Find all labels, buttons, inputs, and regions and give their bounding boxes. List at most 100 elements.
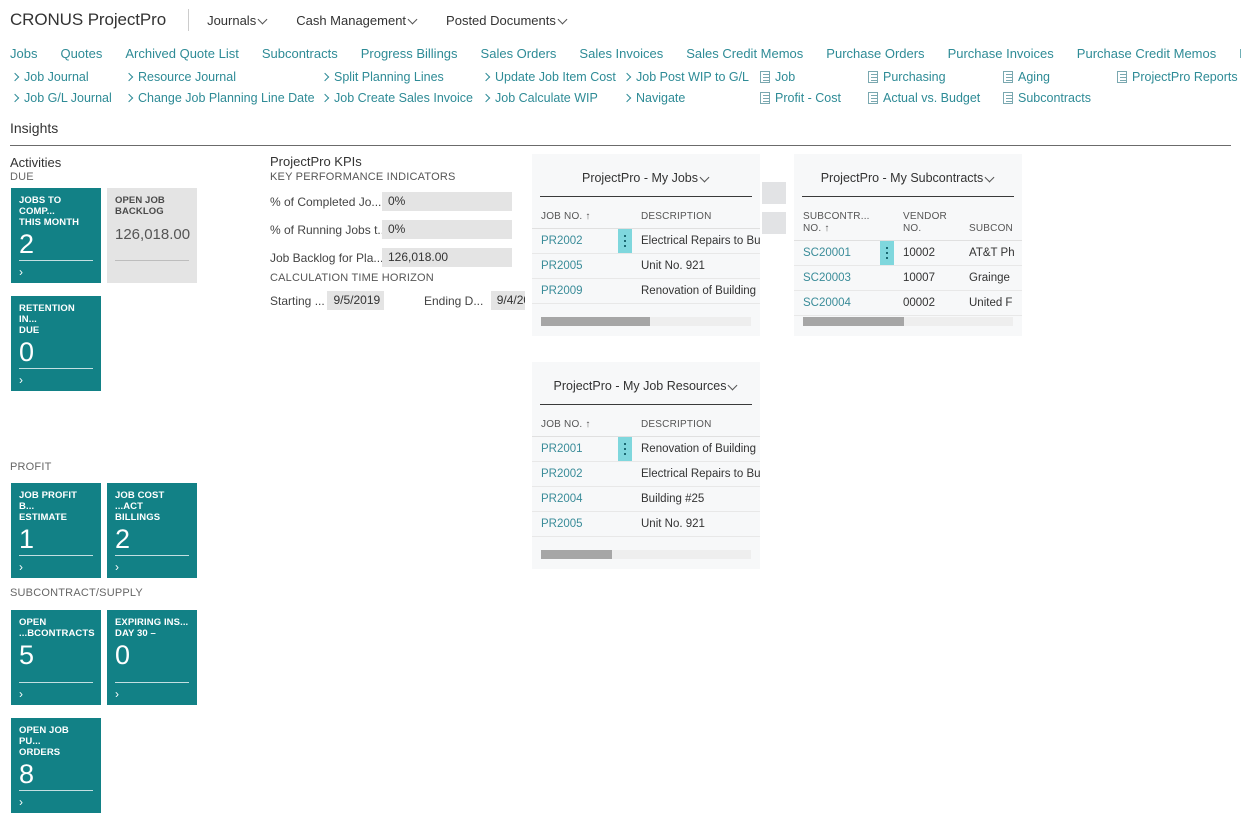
kpi-value-field[interactable]: 0% xyxy=(382,192,512,211)
action-report-purchasing[interactable]: Purchasing xyxy=(868,70,946,84)
nav-link-archived-quote-list[interactable]: Archived Quote List xyxy=(125,46,238,61)
nav-link-sales-orders[interactable]: Sales Orders xyxy=(481,46,557,61)
column-header-subcontractor[interactable]: SUBCON xyxy=(960,197,1022,241)
action-split-planning-lines[interactable]: Split Planning Lines xyxy=(322,70,444,84)
row-menu-cell[interactable] xyxy=(880,240,894,266)
horizontal-scrollbar[interactable] xyxy=(541,317,751,326)
action-report-aging[interactable]: Aging xyxy=(1003,70,1050,84)
column-header-job-no[interactable]: JOB NO. ↑ xyxy=(532,405,618,437)
tile-open-job-backlog: OPEN JOB BACKLOG 126,018.00 xyxy=(107,188,197,283)
kpi-ending-date-field[interactable]: 9/4/20 xyxy=(490,291,525,310)
nav-link-sales-credit-memos[interactable]: Sales Credit Memos xyxy=(686,46,803,61)
cell-job-no[interactable]: PR2004 xyxy=(532,486,618,512)
column-header-subcontract-no[interactable]: SUBCONTR... NO. ↑ xyxy=(794,197,880,241)
table-header-row: JOB NO. ↑ DESCRIPTION xyxy=(532,197,760,229)
action-change-job-planning-line-date[interactable]: Change Job Planning Line Date xyxy=(126,91,315,105)
table-row[interactable]: PR2009 Renovation of Building xyxy=(532,278,760,304)
tile-drilldown-icon[interactable]: › xyxy=(115,688,119,700)
cell-job-no[interactable]: PR2005 xyxy=(532,511,618,537)
table-row[interactable]: SC20003 10007 Grainge xyxy=(794,265,1022,291)
table-row[interactable]: PR2005 Unit No. 921 xyxy=(532,511,760,537)
more-options-icon[interactable] xyxy=(618,437,632,461)
nav-link-quotes[interactable]: Quotes xyxy=(60,46,102,61)
table-row[interactable]: PR2002 Electrical Repairs to Bu xyxy=(532,461,760,487)
cell-job-no[interactable]: PR2001 xyxy=(532,436,618,462)
cell-subcontract-no[interactable]: SC20003 xyxy=(794,265,880,291)
column-header-job-no[interactable]: JOB NO. ↑ xyxy=(532,197,618,229)
cell-job-no[interactable]: PR2005 xyxy=(532,253,618,279)
cell-job-no[interactable]: PR2002 xyxy=(532,461,618,487)
action-job-journal[interactable]: Job Journal xyxy=(12,70,89,84)
chevron-down-icon[interactable] xyxy=(986,174,995,182)
kpi-starting-date-field[interactable]: 9/5/2019 xyxy=(327,291,384,310)
action-navigate[interactable]: Navigate xyxy=(624,91,685,105)
tile-job-profit-below-estimate[interactable]: JOB PROFIT B... ESTIMATE 1 › xyxy=(11,483,101,578)
cell-subcontract-no[interactable]: SC20004 xyxy=(794,290,880,316)
nav-link-progress-billings[interactable]: Progress Billings xyxy=(361,46,458,61)
column-header-description[interactable]: DESCRIPTION xyxy=(632,405,760,437)
action-report-subcontracts[interactable]: Subcontracts xyxy=(1003,91,1091,105)
action-report-job[interactable]: Job xyxy=(760,70,795,84)
table-row[interactable]: SC20004 00002 United F xyxy=(794,290,1022,316)
horizontal-scrollbar[interactable] xyxy=(541,550,751,559)
nav-link-purchase-orders[interactable]: Purchase Orders xyxy=(826,46,924,61)
cell-job-no[interactable]: PR2009 xyxy=(532,278,618,304)
nav-link-sales-invoices[interactable]: Sales Invoices xyxy=(579,46,663,61)
cell-job-no[interactable]: PR2002 xyxy=(532,228,618,254)
panel-my-job-resources-header[interactable]: ProjectPro - My Job Resources xyxy=(532,362,760,404)
chevron-down-icon[interactable] xyxy=(701,174,710,182)
tile-rule xyxy=(115,682,189,683)
action-update-job-item-cost[interactable]: Update Job Item Cost xyxy=(483,70,616,84)
chevron-right-icon xyxy=(126,94,133,103)
tile-drilldown-icon[interactable]: › xyxy=(19,266,23,278)
top-menu-posted-documents[interactable]: Posted Documents xyxy=(446,13,568,28)
nav-link-subcontracts[interactable]: Subcontracts xyxy=(262,46,338,61)
tile-drilldown-icon[interactable]: › xyxy=(19,374,23,386)
top-menu-journals[interactable]: Journals xyxy=(207,13,268,28)
tile-open-subcontracts[interactable]: OPEN ...BCONTRACTS 5 › xyxy=(11,610,101,705)
action-resource-journal[interactable]: Resource Journal xyxy=(126,70,236,84)
action-job-post-wip-to-gl[interactable]: Job Post WIP to G/L xyxy=(624,70,749,84)
tile-rule xyxy=(19,368,93,369)
table-row[interactable]: PR2004 Building #25 xyxy=(532,486,760,512)
table-row[interactable]: SC20001 10002 AT&T Ph xyxy=(794,240,1022,266)
action-report-actual-vs-budget[interactable]: Actual vs. Budget xyxy=(868,91,980,105)
more-options-icon[interactable] xyxy=(618,229,632,253)
tile-expiring-insurance-day-30[interactable]: EXPIRING INS... DAY 30 – 0 › xyxy=(107,610,197,705)
chevron-right-icon xyxy=(624,73,631,82)
tile-drilldown-icon[interactable]: › xyxy=(19,796,23,808)
action-report-profit-cost[interactable]: Profit - Cost xyxy=(760,91,841,105)
top-menu-cash-management[interactable]: Cash Management xyxy=(296,13,418,28)
action-job-create-sales-invoice[interactable]: Job Create Sales Invoice xyxy=(322,91,473,105)
nav-link-jobs[interactable]: Jobs xyxy=(10,46,37,61)
more-options-icon[interactable] xyxy=(880,241,894,265)
kpi-value-field[interactable]: 126,018.00 xyxy=(382,248,512,267)
row-menu-cell[interactable] xyxy=(618,436,632,462)
placeholder-box xyxy=(762,182,786,204)
tile-retention-invoices-due[interactable]: RETENTION IN... DUE 0 › xyxy=(11,296,101,391)
action-report-projectpro-reports[interactable]: ProjectPro Reports xyxy=(1117,70,1238,84)
tile-drilldown-icon[interactable]: › xyxy=(19,688,23,700)
table-row[interactable]: PR2005 Unit No. 921 xyxy=(532,253,760,279)
row-menu-cell[interactable] xyxy=(618,228,632,254)
nav-link-purchase-credit-memos[interactable]: Purchase Credit Memos xyxy=(1077,46,1216,61)
chevron-down-icon[interactable] xyxy=(729,382,738,390)
tile-job-cost-contract-billings[interactable]: JOB COST ...ACT BILLINGS 2 › xyxy=(107,483,197,578)
tile-open-job-purchase-orders[interactable]: OPEN JOB PU... ORDERS 8 › xyxy=(11,718,101,813)
cell-subcontract-no[interactable]: SC20001 xyxy=(794,240,880,266)
column-header-description[interactable]: DESCRIPTION xyxy=(632,197,760,229)
tile-drilldown-icon[interactable]: › xyxy=(19,561,23,573)
panel-my-subcontracts-header[interactable]: ProjectPro - My Subcontracts xyxy=(794,154,1022,196)
horizontal-scrollbar[interactable] xyxy=(803,317,1013,326)
tile-jobs-to-complete-this-month[interactable]: JOBS TO COMP... THIS MONTH 2 › xyxy=(11,188,101,283)
panel-my-jobs-header[interactable]: ProjectPro - My Jobs xyxy=(532,154,760,196)
nav-link-purchase-invoices[interactable]: Purchase Invoices xyxy=(948,46,1054,61)
action-job-gl-journal[interactable]: Job G/L Journal xyxy=(12,91,112,105)
kpi-value-field[interactable]: 0% xyxy=(382,220,512,239)
tile-drilldown-icon[interactable]: › xyxy=(115,561,119,573)
kpi-label: % of Completed Jo... xyxy=(270,194,382,209)
action-job-calculate-wip[interactable]: Job Calculate WIP xyxy=(483,91,598,105)
table-row[interactable]: PR2001 Renovation of Building xyxy=(532,436,760,462)
table-row[interactable]: PR2002 Electrical Repairs to Bu xyxy=(532,228,760,254)
column-header-vendor-no[interactable]: VENDOR NO. xyxy=(894,197,960,241)
